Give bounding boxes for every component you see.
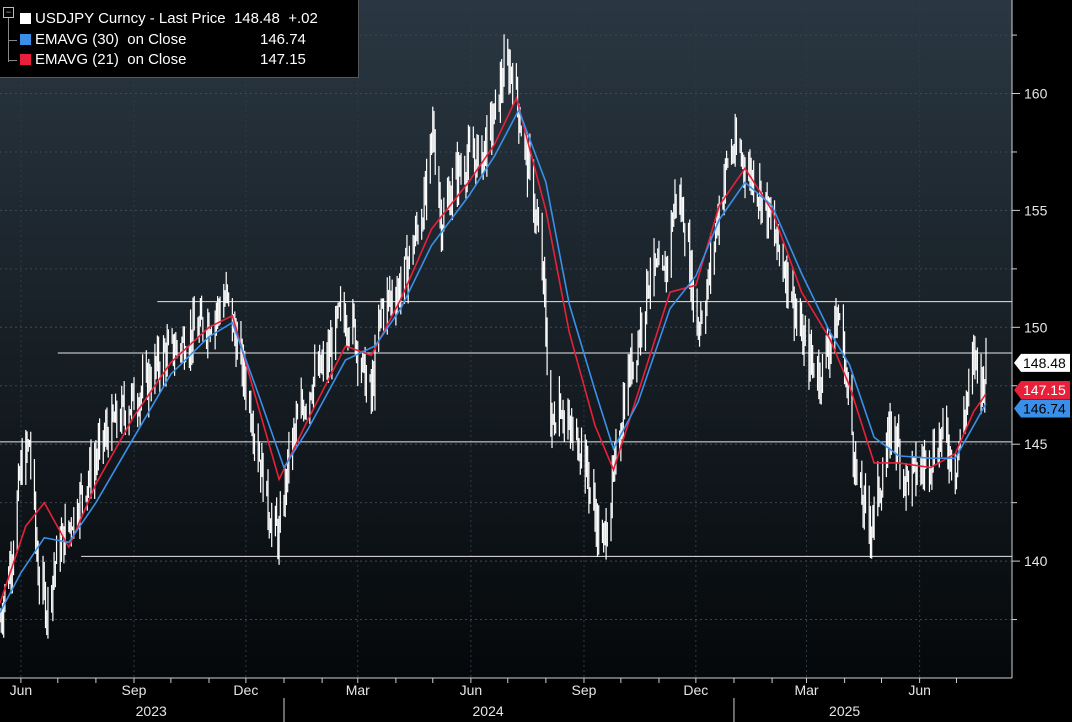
y-tick-label: 145: [1024, 436, 1048, 452]
x-tick-label: Jun: [460, 682, 483, 698]
legend-row-ema30[interactable]: EMAVG (30) on Close 146.74: [20, 30, 306, 50]
x-tick-label: Jun: [908, 682, 931, 698]
legend-price-value: 148.48: [233, 10, 280, 27]
ema21-last-tag: 147.15: [1014, 380, 1070, 399]
legend-ema30-name: EMAVG (30) on Close: [35, 31, 187, 48]
price-last-tag-text: 148.48: [1023, 355, 1066, 371]
legend-tree-lines: [8, 18, 18, 62]
legend-price-name: USDJPY Curncy - Last Price: [35, 10, 226, 27]
x-tick-label: Sep: [122, 682, 147, 698]
x-year-label: 2023: [136, 703, 167, 719]
legend-ema21-name: EMAVG (21) on Close: [35, 51, 187, 68]
legend-row-price[interactable]: USDJPY Curncy - Last Price 148.48 +.02: [20, 9, 318, 29]
ema30-last-tag: 146.74: [1014, 399, 1070, 418]
legend-price-change: +.02: [288, 10, 318, 27]
ema21-last-tag-text: 147.15: [1023, 382, 1066, 398]
legend-swatch-ema30: [20, 34, 31, 45]
x-year-label: 2024: [473, 703, 504, 719]
x-tick-label: Dec: [233, 682, 258, 698]
x-year-label: 2025: [829, 703, 860, 719]
x-tick-label: Sep: [572, 682, 597, 698]
x-tick-label: Mar: [794, 682, 818, 698]
chart-canvas: 140 145 150 155 160 147.15 148.48 146.74 Jun Sep D…: [0, 0, 1072, 722]
collapse-toggle[interactable]: −: [3, 7, 14, 18]
legend-box: − USDJPY Curncy - Last Price 148.48 +.02…: [0, 0, 359, 78]
y-tick-label: 150: [1024, 319, 1048, 335]
legend-ema21-value: 147.15: [260, 51, 306, 68]
x-tick-label: Dec: [683, 682, 708, 698]
legend-row-ema21[interactable]: EMAVG (21) on Close 147.15: [20, 50, 306, 70]
x-tick-label: Jun: [10, 682, 33, 698]
price-last-tag: 148.48: [1014, 353, 1070, 372]
y-tick-label: 155: [1024, 202, 1048, 218]
legend-swatch-price: [20, 13, 31, 24]
y-tick-label: 160: [1024, 86, 1048, 102]
x-tick-label: Mar: [346, 682, 370, 698]
plot-background: [0, 0, 1012, 678]
legend-ema30-value: 146.74: [260, 31, 306, 48]
ema30-last-tag-text: 146.74: [1023, 401, 1066, 417]
y-tick-label: 140: [1024, 553, 1048, 569]
legend-swatch-ema21: [20, 54, 31, 65]
